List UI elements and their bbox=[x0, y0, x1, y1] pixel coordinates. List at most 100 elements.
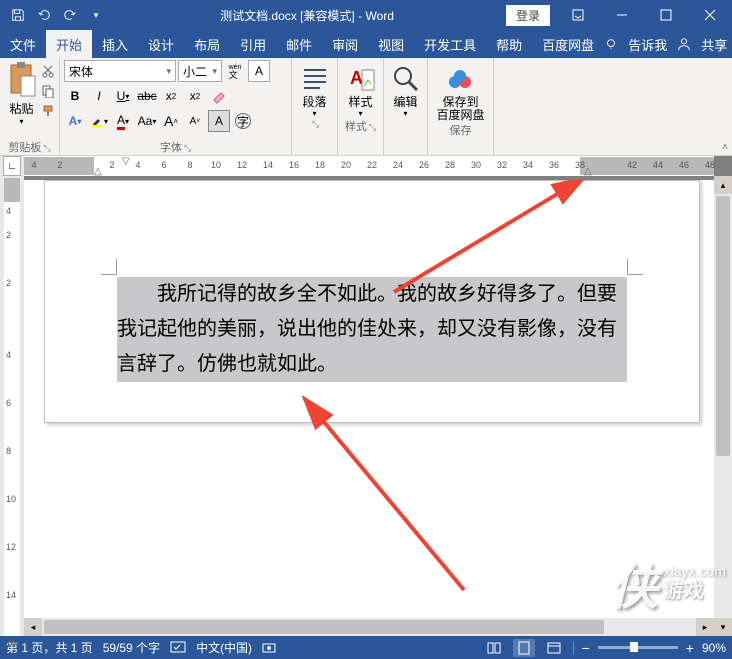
scroll-right-icon[interactable]: ▸ bbox=[696, 618, 714, 636]
char-border-icon[interactable]: A bbox=[248, 60, 270, 82]
watermark-logo-icon: 侠 bbox=[610, 548, 658, 618]
font-group-label: 字体 bbox=[160, 142, 182, 154]
minimize-icon[interactable] bbox=[600, 0, 644, 30]
tab-baidu[interactable]: 百度网盘 bbox=[532, 30, 604, 58]
cut-icon[interactable] bbox=[39, 62, 57, 80]
print-layout-icon[interactable] bbox=[513, 639, 535, 657]
collapse-ribbon-icon[interactable]: ˄ bbox=[722, 142, 728, 153]
word-count[interactable]: 59/59 个字 bbox=[103, 639, 160, 656]
macro-rec-icon[interactable] bbox=[262, 641, 276, 655]
tab-selector-icon[interactable]: ∟ bbox=[3, 156, 21, 176]
zoom-percent[interactable]: 90% bbox=[702, 641, 726, 655]
para-launcher-icon[interactable]: ⤡ bbox=[312, 119, 319, 129]
tab-references[interactable]: 引用 bbox=[230, 30, 276, 58]
redo-icon[interactable] bbox=[58, 3, 82, 27]
spellcheck-icon[interactable] bbox=[170, 641, 186, 655]
ruler-tick: 18 bbox=[315, 160, 325, 170]
paragraph-group: 段落 ▾ ⤡ bbox=[292, 58, 338, 155]
tab-file[interactable]: 文件 bbox=[0, 30, 46, 58]
font-color-icon[interactable]: A▾ bbox=[112, 110, 134, 132]
font-size-combo[interactable]: 小二▾ bbox=[178, 60, 222, 82]
shrink-font-icon[interactable]: A˅ bbox=[184, 110, 206, 132]
superscript-button[interactable]: x2 bbox=[184, 85, 206, 107]
page-indicator[interactable]: 第 1 页，共 1 页 bbox=[6, 639, 93, 656]
ribbon-options-icon[interactable] bbox=[556, 0, 600, 30]
bold-button[interactable]: B bbox=[64, 85, 86, 107]
char-shading-icon[interactable]: Aa▾ bbox=[136, 110, 158, 132]
ruler-tick: 10 bbox=[211, 160, 221, 170]
right-indent-icon[interactable]: △ bbox=[584, 166, 592, 177]
grow-font-icon[interactable]: A˄ bbox=[160, 110, 182, 132]
tab-help[interactable]: 帮助 bbox=[486, 30, 532, 58]
tab-insert[interactable]: 插入 bbox=[92, 30, 138, 58]
compat-mode: [兼容模式] bbox=[300, 9, 355, 23]
scrollbar-thumb-v[interactable] bbox=[716, 196, 730, 456]
save-icon[interactable] bbox=[6, 3, 30, 27]
scroll-up-icon[interactable]: ▴ bbox=[714, 176, 732, 194]
scroll-down-icon[interactable]: ▾ bbox=[714, 618, 732, 636]
ruler-tick: 10 bbox=[6, 494, 16, 504]
font-launcher-icon[interactable]: ⤡ bbox=[184, 143, 191, 153]
undo-icon[interactable] bbox=[32, 3, 56, 27]
login-button[interactable]: 登录 bbox=[506, 5, 550, 26]
ruler-tick: 14 bbox=[6, 590, 16, 600]
zoom-out-button[interactable]: − bbox=[582, 640, 590, 656]
zoom-slider[interactable] bbox=[598, 646, 678, 649]
horizontal-scrollbar[interactable]: ◂ ▸ bbox=[24, 618, 714, 636]
save-baidu-button[interactable]: 保存到 百度网盘 bbox=[436, 60, 484, 122]
close-icon[interactable] bbox=[688, 0, 732, 30]
horizontal-ruler[interactable]: ▽ △ △ 4224681012141618202224262830323436… bbox=[24, 156, 714, 176]
ruler-tick: 4 bbox=[31, 160, 36, 170]
text-effects-icon[interactable]: A▾ bbox=[64, 110, 86, 132]
format-painter-icon[interactable] bbox=[39, 102, 57, 120]
editing-button[interactable]: 编辑 ▾ bbox=[391, 60, 421, 118]
circle-char-icon[interactable]: 字 bbox=[232, 110, 254, 132]
watermark-url: xiayx.com bbox=[664, 563, 726, 580]
save-baidu-label: 保存到 百度网盘 bbox=[436, 96, 484, 122]
scrollbar-thumb-h[interactable] bbox=[44, 620, 604, 634]
hanging-indent-icon[interactable]: △ bbox=[94, 166, 102, 177]
scroll-left-icon[interactable]: ◂ bbox=[24, 618, 42, 636]
zoom-slider-thumb[interactable] bbox=[630, 642, 638, 652]
phonetic-guide-icon[interactable]: wén文 bbox=[224, 60, 246, 82]
underline-button[interactable]: U▾ bbox=[112, 85, 134, 107]
paste-button[interactable]: 粘贴 ▾ bbox=[4, 60, 39, 139]
zoom-in-button[interactable]: + bbox=[686, 640, 694, 656]
tab-design[interactable]: 设计 bbox=[138, 30, 184, 58]
body-paragraph[interactable]: 我所记得的故乡全不如此。我的故乡好得多了。但要我记起他的美丽，说出他的佳处来，却… bbox=[117, 277, 627, 382]
tab-mail[interactable]: 邮件 bbox=[276, 30, 322, 58]
styles-button[interactable]: A 样式 ▾ bbox=[346, 60, 376, 118]
qat-customize-icon[interactable]: ▾ bbox=[84, 3, 108, 27]
tab-view[interactable]: 视图 bbox=[368, 30, 414, 58]
clear-format-icon[interactable] bbox=[208, 85, 230, 107]
ruler-tick: 26 bbox=[419, 160, 429, 170]
tab-review[interactable]: 审阅 bbox=[322, 30, 368, 58]
italic-button[interactable]: I bbox=[88, 85, 110, 107]
ruler-tick: 8 bbox=[187, 160, 192, 170]
enclose-char-icon[interactable]: A bbox=[208, 110, 230, 132]
tab-home[interactable]: 开始 bbox=[46, 30, 92, 58]
language-indicator[interactable]: 中文(中国) bbox=[196, 639, 252, 656]
filename: 测试文档.docx bbox=[220, 9, 297, 23]
ruler-tick: 12 bbox=[237, 160, 247, 170]
share-button[interactable]: 共享 bbox=[695, 35, 732, 54]
tab-dev[interactable]: 开发工具 bbox=[414, 30, 486, 58]
strikethrough-button[interactable]: abc bbox=[136, 85, 158, 107]
clipboard-launcher-icon[interactable]: ⤡ bbox=[43, 143, 50, 153]
subscript-button[interactable]: x2 bbox=[160, 85, 182, 107]
styles-launcher-icon[interactable]: ⤡ bbox=[369, 122, 376, 132]
web-layout-icon[interactable] bbox=[543, 639, 565, 657]
ruler-tick: 16 bbox=[6, 638, 16, 648]
person-icon bbox=[677, 37, 691, 51]
maximize-icon[interactable] bbox=[644, 0, 688, 30]
paste-dropdown-icon[interactable]: ▾ bbox=[19, 117, 23, 126]
first-line-indent-icon[interactable]: ▽ bbox=[122, 156, 130, 167]
tellme-button[interactable]: 告诉我 bbox=[622, 35, 673, 54]
font-name-combo[interactable]: 宋体▾ bbox=[64, 60, 176, 82]
ruler-tick: 2 bbox=[109, 160, 114, 170]
highlight-icon[interactable]: ▾ bbox=[88, 110, 110, 132]
copy-icon[interactable] bbox=[39, 82, 57, 100]
tab-layout[interactable]: 布局 bbox=[184, 30, 230, 58]
paragraph-button[interactable]: 段落 ▾ bbox=[300, 60, 330, 118]
read-mode-icon[interactable] bbox=[483, 639, 505, 657]
